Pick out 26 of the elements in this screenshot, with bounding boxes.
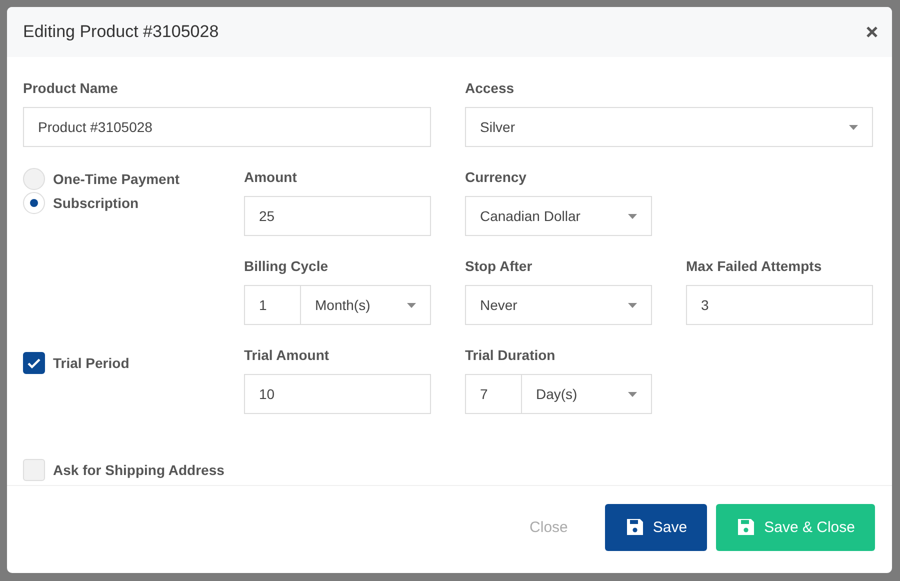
- save-button[interactable]: Save: [604, 504, 708, 550]
- number-input[interactable]: 1: [244, 285, 301, 325]
- field-label: Max Failed Attempts: [686, 257, 823, 275]
- text-input[interactable]: Product #3105028: [23, 107, 431, 147]
- radio-label: One-Time Payment: [53, 171, 180, 187]
- field-label: Stop After: [465, 257, 534, 275]
- select-dropdown[interactable]: Silver: [465, 107, 873, 147]
- select-dropdown[interactable]: Never: [465, 285, 652, 325]
- text-input[interactable]: 25: [244, 196, 431, 236]
- radio-label: Subscription: [53, 195, 139, 211]
- dialog-title: Editing Product #3105028: [23, 22, 219, 42]
- field-label: Billing Cycle: [244, 257, 330, 275]
- checkbox-label: Trial Period: [53, 355, 130, 371]
- checkbox-label: Ask for Shipping Address: [53, 462, 224, 478]
- field-label: Product Name: [23, 79, 119, 97]
- field-label: Access: [465, 79, 516, 97]
- field-label: Currency: [465, 168, 528, 186]
- number-input[interactable]: 7: [465, 374, 522, 414]
- field-label: Amount: [244, 168, 298, 186]
- select-dropdown[interactable]: Canadian Dollar: [465, 196, 652, 236]
- text-input[interactable]: 3: [686, 285, 873, 325]
- unit-dropdown[interactable]: Month(s): [301, 285, 431, 325]
- field-label: Trial Duration: [465, 346, 556, 364]
- field-label: Trial Amount: [244, 346, 330, 364]
- text-input[interactable]: 10: [244, 374, 431, 414]
- unit-dropdown[interactable]: Day(s): [522, 374, 652, 414]
